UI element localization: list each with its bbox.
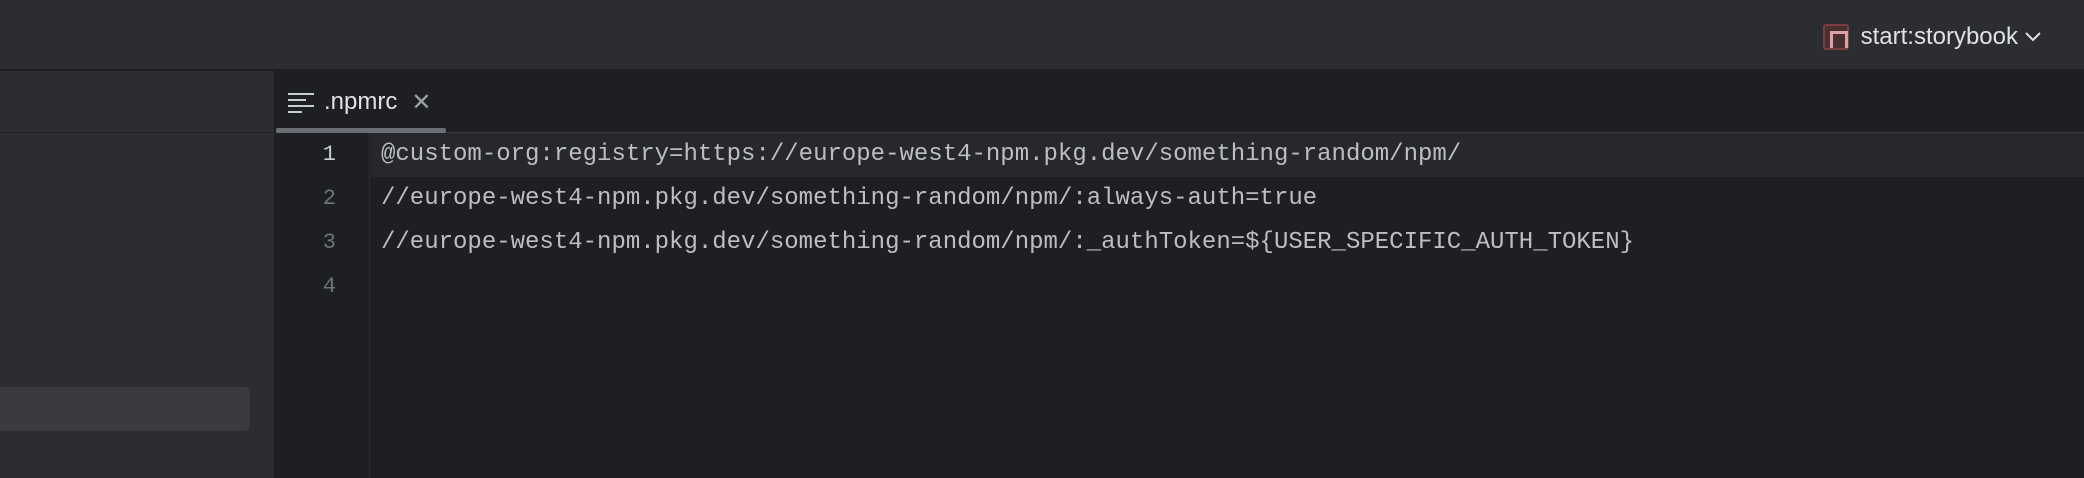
line-number-gutter: 1 2 3 4	[276, 133, 370, 478]
title-bar: start:storybook	[0, 0, 2084, 70]
line-number: 1	[322, 142, 336, 167]
run-configuration-selector[interactable]: start:storybook	[1822, 18, 2042, 56]
line-number: 3	[322, 230, 336, 255]
code-editor[interactable]: @custom-org:registry=https://europe-west…	[371, 133, 2084, 478]
code-line[interactable]: //europe-west4-npm.pkg.dev/something-ran…	[371, 221, 2084, 265]
tab-label: .npmrc	[324, 88, 398, 115]
line-number: 2	[322, 186, 336, 211]
sidebar-header	[0, 71, 275, 133]
close-icon[interactable]: ✕	[411, 88, 431, 117]
text-file-icon	[288, 91, 314, 113]
editor-pane: .npmrc ✕ 1 2 3 4 @custom-org:registry=ht…	[276, 71, 2084, 478]
code-line[interactable]: @custom-org:registry=https://europe-west…	[371, 133, 2084, 177]
tab-npmrc[interactable]: .npmrc ✕	[276, 71, 446, 133]
run-configuration-label: start:storybook	[1860, 23, 2018, 50]
line-number: 4	[322, 274, 336, 299]
code-line[interactable]: //europe-west4-npm.pkg.dev/something-ran…	[371, 177, 2084, 221]
project-sidebar	[0, 71, 275, 478]
code-line[interactable]	[371, 265, 2084, 309]
editor-tab-bar: .npmrc ✕	[276, 71, 2084, 133]
chevron-down-icon[interactable]	[2024, 27, 2042, 48]
npm-icon	[1822, 24, 1849, 50]
sidebar-input-field[interactable]	[0, 387, 250, 431]
